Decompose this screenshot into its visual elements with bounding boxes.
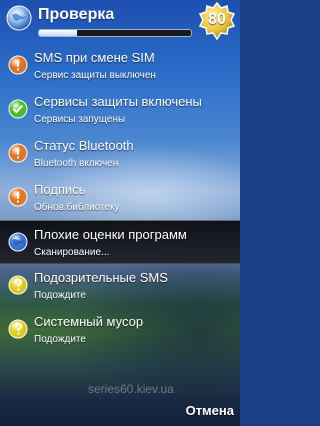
globe-icon <box>8 232 28 252</box>
scan-progress-bar <box>38 29 192 37</box>
list-item-status: Подождите <box>34 290 86 301</box>
list-item-title: Статус Bluetooth <box>34 138 134 153</box>
list-item[interactable]: Подпись Обнов.библиотеку <box>0 176 240 220</box>
list-item-title: Системный мусор <box>34 314 144 329</box>
list-item-status: Обнов.библиотеку <box>34 202 120 213</box>
list-item[interactable]: Подозрительные SMS Подождите <box>0 264 240 308</box>
warning-icon <box>8 55 28 75</box>
warning-icon <box>8 187 28 207</box>
list-item[interactable]: Плохие оценки программ Сканирование... <box>0 220 240 264</box>
list-item[interactable]: SMS при смене SIM Сервис защиты выключен <box>0 44 240 88</box>
list-item[interactable]: Статус Bluetooth Bluetooth включен <box>0 132 240 176</box>
check-list: SMS при смене SIM Сервис защиты выключен С… <box>0 44 240 352</box>
header: Проверка 80 <box>0 0 240 44</box>
cancel-button[interactable]: Отмена <box>186 403 234 418</box>
list-item-title: Подпись <box>34 182 86 197</box>
question-icon <box>8 275 28 295</box>
list-item[interactable]: Сервисы защиты включены Сервисы запущены <box>0 88 240 132</box>
list-item[interactable]: Системный мусор Подождите <box>0 308 240 352</box>
warning-icon <box>8 143 28 163</box>
list-item-status: Сервис защиты выключен <box>34 70 156 81</box>
watermark: series60.kiev.ua <box>88 382 174 396</box>
globe-icon <box>6 5 32 31</box>
list-item-status: Подождите <box>34 334 86 345</box>
list-item-status: Сервисы запущены <box>34 114 126 125</box>
list-item-status: Bluetooth включен <box>34 158 119 169</box>
ok-icon <box>8 99 28 119</box>
list-item-title: Плохие оценки программ <box>34 227 187 242</box>
list-item-title: SMS при смене SIM <box>34 50 155 65</box>
list-item-title: Подозрительные SMS <box>34 270 168 285</box>
question-icon <box>8 319 28 339</box>
score-badge: 80 <box>208 11 226 28</box>
page-title: Проверка <box>38 6 115 23</box>
list-item-title: Сервисы защиты включены <box>34 94 202 109</box>
scan-progress-fill <box>39 30 77 36</box>
list-item-status: Сканирование... <box>34 247 110 258</box>
